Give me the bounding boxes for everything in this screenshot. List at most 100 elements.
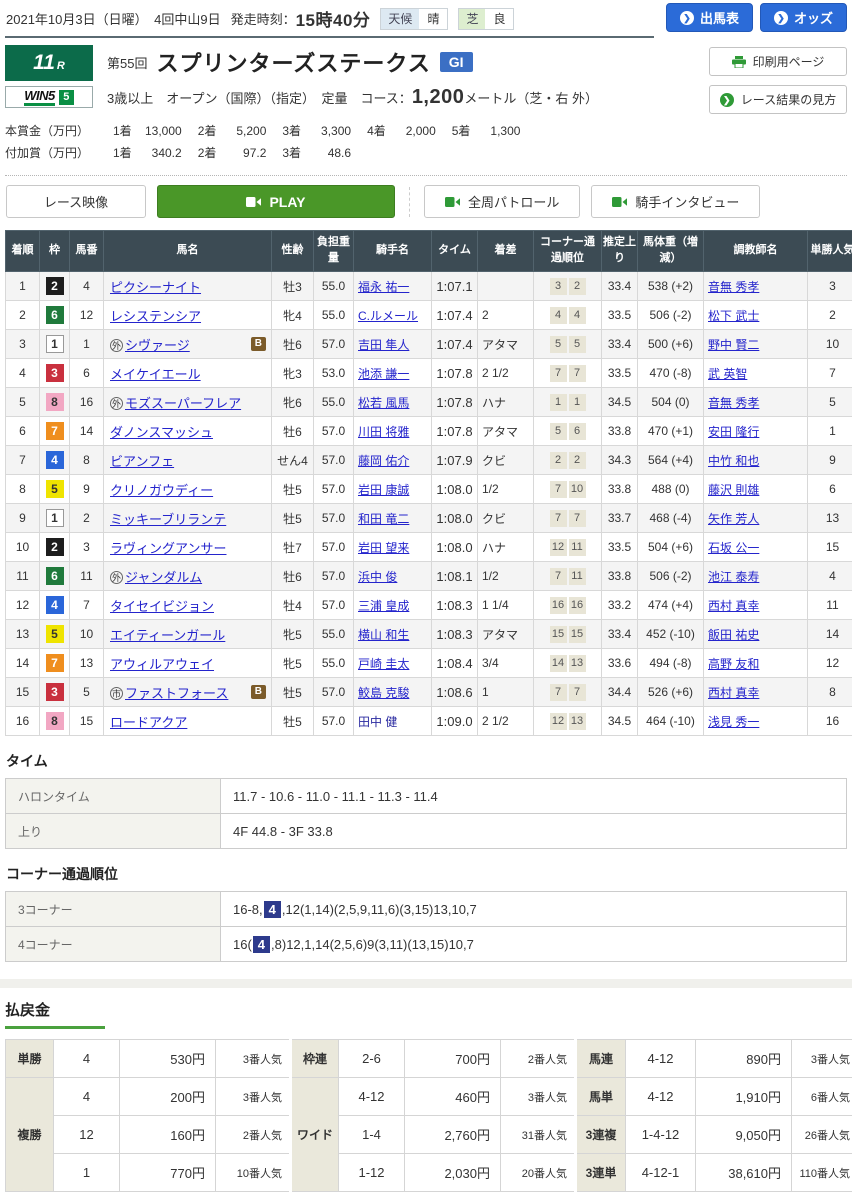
bet-type-wide: ワイド [291,1078,339,1192]
frame-cell: 3 [40,359,70,388]
race-header: 印刷用ページ レース結果の見方 11 R WIN5 5 第55回 [5,38,847,164]
trainer-link[interactable]: 飯田 祐史 [708,628,759,642]
last-3f-time: 33.2 [602,591,638,620]
prize-item: 2着97.2 [182,146,267,160]
corner3-position: 12 [550,539,567,556]
combination: 2-6 [339,1040,405,1078]
last-3f-time: 34.4 [602,678,638,707]
result-guide-button[interactable]: レース結果の見方 [709,85,847,114]
jockey-link[interactable]: C.ルメール [358,309,418,323]
trainer-cell: 中竹 和也 [704,446,808,475]
jockey-link[interactable]: 岩田 康誠 [358,483,409,497]
trainer-cell: 音無 秀孝 [704,388,808,417]
entry-table-button[interactable]: 出馬表 [666,3,753,32]
trainer-cell: 野中 賢二 [704,330,808,359]
combination: 12 [54,1116,120,1154]
combination: 1-4 [339,1116,405,1154]
horse-name-link[interactable]: モズスーパーフレア [125,396,241,411]
jockey-interview-button[interactable]: 騎手インタビュー [591,185,760,218]
trainer-link[interactable]: 安田 隆行 [708,425,759,439]
jockey-link[interactable]: 岩田 望来 [358,541,409,555]
payout-popularity: 3番人気 [792,1040,852,1078]
win-popularity: 6 [808,475,852,504]
horse-name-link[interactable]: ミッキーブリランテ [110,512,226,527]
jockey-cell: 池添 謙一 [354,359,432,388]
horse-name-link[interactable]: ファストフォース [125,686,228,701]
trainer-link[interactable]: 松下 武士 [708,309,759,323]
horse-name-link[interactable]: ロードアクア [110,715,187,730]
last-3f-time: 33.8 [602,562,638,591]
divider [409,187,410,217]
corner3-position: 7 [550,481,567,498]
jockey-link[interactable]: 戸崎 圭太 [358,657,409,671]
jockey-link[interactable]: 田中 健 [358,715,397,729]
trainer-link[interactable]: 矢作 芳人 [708,512,759,526]
jockey-link[interactable]: 松若 風馬 [358,396,409,410]
horse-weight: 504 (+6) [638,533,704,562]
trainer-link[interactable]: 高野 友和 [708,657,759,671]
payout-row: 12 160円 2番人気 1-4 2,760円 31番人気 3連複 1-4-12… [6,1116,852,1154]
frame-number-badge: 6 [46,306,64,324]
corner-positions: 710 [534,475,602,504]
horse-name-link[interactable]: タイセイビジョン [110,599,214,614]
horse-number: 9 [70,475,104,504]
jockey-link[interactable]: 藤岡 佑介 [358,454,409,468]
horse-weight: 464 (-10) [638,707,704,736]
horse-name-link[interactable]: メイケイエール [110,367,201,382]
column-header: タイム [432,231,478,272]
horse-name-link[interactable]: エイティーンガール [110,628,225,643]
trainer-link[interactable]: 音無 秀孝 [708,396,759,410]
trainer-link[interactable]: 浅見 秀一 [708,715,759,729]
trainer-link[interactable]: 野中 賢二 [708,338,759,352]
print-page-button[interactable]: 印刷用ページ [709,47,847,76]
table-row: 12 4 7 タイセイビジョン 牡4 57.0 三浦 皇成 1:08.3 1 1… [6,591,852,620]
trainer-link[interactable]: 武 英智 [708,367,747,381]
horse-name-link[interactable]: ジャンダルム [125,570,202,585]
time-table: ハロンタイム 11.7 - 10.6 - 11.0 - 11.1 - 11.3 … [5,778,847,849]
trainer-link[interactable]: 池江 泰寿 [708,570,759,584]
finish-position: 12 [6,591,40,620]
race-time: 1:07.8 [432,359,478,388]
horse-name-cell: ミッキーブリランテ [104,504,272,533]
jockey-link[interactable]: 福永 祐一 [358,280,409,294]
odds-button[interactable]: オッズ [760,3,847,32]
horse-name-link[interactable]: ビアンフェ [110,454,174,469]
horse-name-link[interactable]: ラヴィングアンサー [110,541,226,556]
weather-badge: 天候 晴 [380,8,448,30]
jockey-link[interactable]: 池添 謙一 [358,367,409,381]
combination: 1-12 [339,1154,405,1192]
horse-name-link[interactable]: ピクシーナイト [110,280,201,295]
furlong-time-label: ハロンタイム [6,779,221,814]
horse-name-link[interactable]: アウィルアウェイ [110,657,214,672]
horse-name-link[interactable]: ダノンスマッシュ [110,425,213,440]
corner3-order: 16-8,4,12(1,14)(2,5,9,11,6)(3,15)13,10,7 [221,892,847,927]
jockey-link[interactable]: 横山 和生 [358,628,409,642]
margin: 1 1/4 [478,591,534,620]
trainer-cell: 石坂 公一 [704,533,808,562]
win-popularity: 5 [808,388,852,417]
trainer-link[interactable]: 音無 秀孝 [708,280,759,294]
horse-name-link[interactable]: シヴァージ [125,338,190,353]
jockey-link[interactable]: 川田 将雅 [358,425,409,439]
horse-name-link[interactable]: クリノガウディー [110,483,213,498]
trainer-link[interactable]: 中竹 和也 [708,454,759,468]
jockey-link[interactable]: 鮫島 克駿 [358,686,409,700]
horse-weight: 494 (-8) [638,649,704,678]
corner4-position: 15 [569,626,586,643]
jockey-link[interactable]: 和田 竜二 [358,512,409,526]
jockey-link[interactable]: 吉田 隼人 [358,338,409,352]
play-button[interactable]: PLAY [157,185,395,218]
jockey-link[interactable]: 浜中 俊 [358,570,397,584]
patrol-video-button[interactable]: 全周パトロール [424,185,580,218]
margin: 1/2 [478,475,534,504]
trainer-link[interactable]: 西村 真幸 [708,686,759,700]
trainer-link[interactable]: 西村 真幸 [708,599,759,613]
win-popularity: 11 [808,591,852,620]
jockey-link[interactable]: 三浦 皇成 [358,599,409,613]
trainer-link[interactable]: 藤沢 則雄 [708,483,759,497]
payout-popularity: 10番人気 [216,1154,291,1192]
jockey-cell: 三浦 皇成 [354,591,432,620]
carried-weight: 57.0 [314,417,354,446]
horse-name-link[interactable]: レシステンシア [110,309,201,324]
trainer-link[interactable]: 石坂 公一 [708,541,759,555]
